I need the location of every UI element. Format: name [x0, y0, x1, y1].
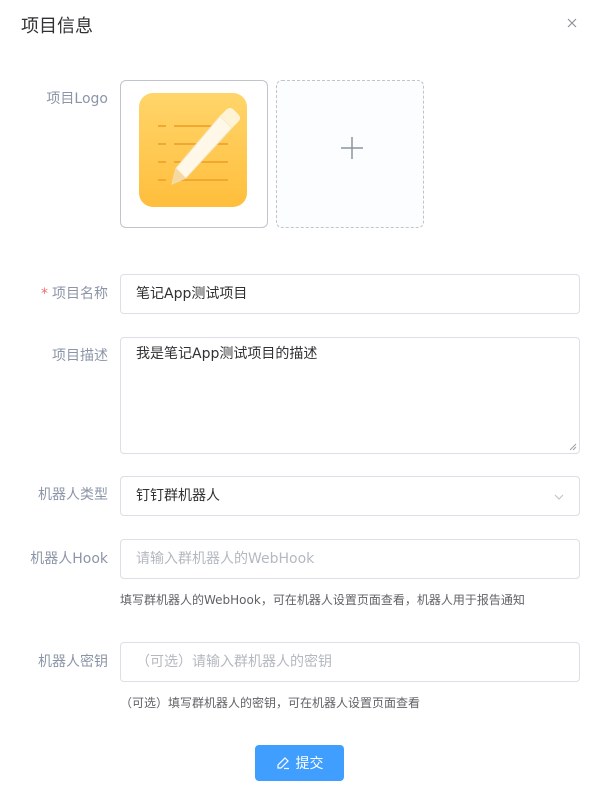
project-info-dialog: 项目信息 项目Logo * 项目名称 笔记App测试项目 项目描述 我是笔记Ap… — [0, 0, 595, 805]
submit-button[interactable]: 提交 — [255, 745, 344, 781]
robot-type-label: 机器人类型 — [38, 487, 108, 503]
name-label: * 项目名称 — [41, 284, 108, 304]
close-icon[interactable] — [565, 16, 579, 30]
description-text: 我是笔记App测试项目的描述 — [136, 346, 318, 362]
project-description-textarea[interactable]: 我是笔记App测试项目的描述 — [120, 337, 580, 454]
logo-label: 项目Logo — [46, 91, 108, 107]
name-label-text: 项目名称 — [52, 286, 108, 302]
submit-label: 提交 — [295, 756, 324, 772]
project-name-input[interactable]: 笔记App测试项目 — [120, 274, 580, 314]
required-mark: * — [41, 286, 48, 302]
notepad-pencil-logo — [139, 93, 247, 207]
logo-preview[interactable] — [120, 80, 268, 228]
robot-type-value: 钉钉群机器人 — [136, 488, 220, 504]
secret-input[interactable]: （可选）请输入群机器人的密钥 — [120, 642, 580, 682]
logo-upload[interactable] — [276, 80, 424, 228]
plus-icon — [341, 137, 363, 159]
edit-icon — [276, 757, 289, 770]
secret-help-text: （可选）填写群机器人的密钥，可在机器人设置页面查看 — [120, 696, 421, 710]
dialog-title: 项目信息 — [21, 16, 93, 37]
secret-label: 机器人密钥 — [38, 654, 108, 670]
description-label: 项目描述 — [52, 348, 108, 364]
resize-handle-icon[interactable] — [569, 443, 577, 451]
webhook-help-text: 填写群机器人的WebHook，可在机器人设置页面查看，机器人用于报告通知 — [120, 593, 525, 607]
hook-label: 机器人Hook — [30, 551, 108, 567]
webhook-input[interactable]: 请输入群机器人的WebHook — [120, 539, 580, 579]
chevron-down-icon — [554, 494, 564, 500]
robot-type-select[interactable]: 钉钉群机器人 — [120, 476, 580, 516]
